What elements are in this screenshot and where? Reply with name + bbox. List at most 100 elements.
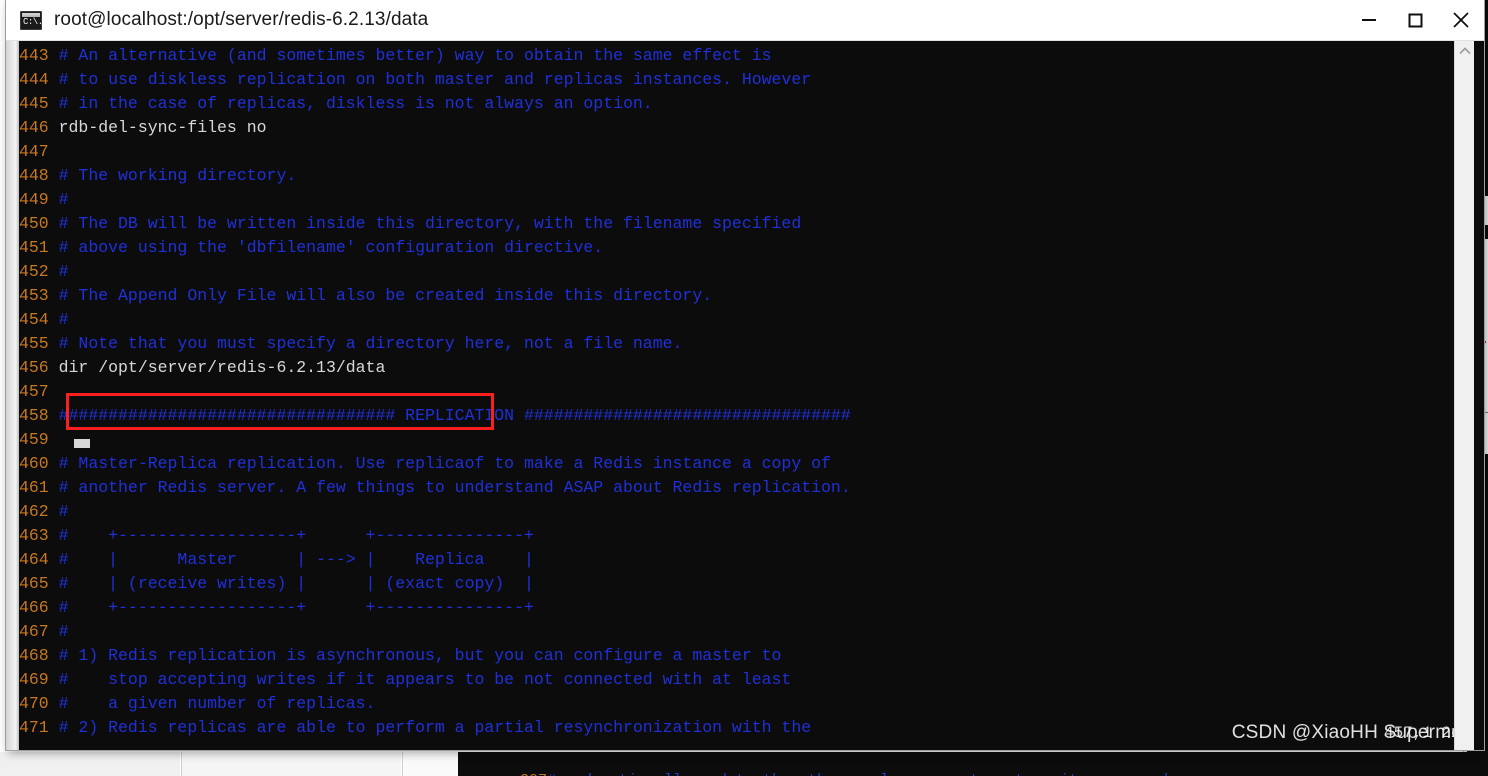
line-number: 468 [19,646,59,665]
line-number: 452 [19,262,59,281]
terminal-line: 467 # [19,620,1452,644]
terminal-line: 466 # +------------------+ +------------… [19,596,1452,620]
window-titlebar[interactable]: C:\. root@localhost:/opt/server/redis-6.… [6,0,1484,41]
terminal-cursor [74,439,90,448]
line-number: 445 [19,94,59,113]
line-number: 451 [19,238,59,257]
terminal-text-area[interactable]: 443 # An alternative (and sometimes bett… [19,41,1452,750]
line-number: 454 [19,310,59,329]
terminal-line: 462 # [19,500,1452,524]
background-bottom-line-text: # and optionally update the other syslog… [547,772,1186,776]
line-content: # The working directory. [58,166,297,185]
line-content: # | Master | ---> | Replica | [58,550,534,569]
line-number: 470 [19,694,59,713]
terminal-scrollbar[interactable] [1454,41,1474,750]
line-number: 465 [19,574,59,593]
close-icon [1453,12,1469,28]
line-content: # a given number of replicas. [58,694,376,713]
line-number: 467 [19,622,59,641]
terminal-line: 458 ################################## R… [19,404,1452,428]
maximize-icon [1408,13,1423,28]
background-bottom-line-number: 307 [520,772,547,776]
line-content: # stop accepting writes if it appears to… [58,670,792,689]
line-number: 464 [19,550,59,569]
terminal-line: 470 # a given number of replicas. [19,692,1452,716]
line-content: # [58,190,69,209]
line-number: 466 [19,598,59,617]
line-number: 444 [19,70,59,89]
terminal-line: 459 [19,428,1452,452]
background-taskbar-panel-right[interactable] [402,752,458,776]
terminal-line: 457 [19,380,1452,404]
window-left-border [6,41,19,750]
terminal-line: 469 # stop accepting writes if it appear… [19,668,1452,692]
terminal-line: 444 # to use diskless replication on bot… [19,68,1452,92]
line-content: # in the case of replicas, diskless is n… [58,94,653,113]
line-number: 459 [19,430,59,449]
line-content: # [58,262,69,281]
line-content: # [58,502,69,521]
line-content: # 2) Redis replicas are able to perform … [58,718,812,737]
line-number: 461 [19,478,59,497]
terminal-line: 447 [19,140,1452,164]
line-content: # Note that you must specify a directory… [58,334,683,353]
line-content: # Master-Replica replication. Use replic… [58,454,831,473]
csdn-watermark: CSDN @XiaoHH Superme [1231,722,1462,743]
line-number: 443 [19,46,59,65]
line-number: 457 [19,382,59,401]
close-button[interactable] [1438,0,1484,40]
maximize-button[interactable] [1392,0,1438,40]
line-content: rdb-del-sync-files no [58,118,267,137]
terminal-line: 454 # [19,308,1452,332]
chevron-up-icon [1459,47,1471,55]
terminal-line: 443 # An alternative (and sometimes bett… [19,44,1452,68]
minimize-button[interactable] [1346,0,1392,40]
terminal-line: 448 # The working directory. [19,164,1452,188]
line-content: # [58,310,69,329]
cmd-console-icon-text: C:\. [23,16,43,27]
line-content: dir /opt/server/redis-6.2.13/data [58,358,386,377]
line-number: 460 [19,454,59,473]
line-content: # +------------------+ +---------------+ [58,526,534,545]
line-content: # +------------------+ +---------------+ [58,598,534,617]
background-taskbar-panel-left[interactable] [0,752,180,776]
terminal-line: 468 # 1) Redis replication is asynchrono… [19,644,1452,668]
terminal-line: 461 # another Redis server. A few things… [19,476,1452,500]
line-content: # The Append Only File will also be crea… [58,286,713,305]
background-window-bottom[interactable]: 307# and optionally update the other sys… [458,752,1488,776]
line-number: 455 [19,334,59,353]
scroll-up-button[interactable] [1455,41,1475,61]
line-number: 449 [19,190,59,209]
screen-root: 1 3 307# and optionally update the other… [0,0,1488,776]
terminal-line: 451 # above using the 'dbfilename' confi… [19,236,1452,260]
terminal-right-gutter [1474,41,1484,750]
line-number: 469 [19,670,59,689]
terminal-body[interactable]: 443 # An alternative (and sometimes bett… [6,41,1484,750]
terminal-window[interactable]: C:\. root@localhost:/opt/server/redis-6.… [6,0,1484,750]
line-content: # to use diskless replication on both ma… [58,70,812,89]
background-taskbar-panel-mid[interactable] [181,752,401,776]
terminal-line: 465 # | (receive writes) | | (exact copy… [19,572,1452,596]
line-content: # another Redis server. A few things to … [58,478,851,497]
terminal-line: 456 dir /opt/server/redis-6.2.13/data [19,356,1452,380]
line-number: 462 [19,502,59,521]
line-content: # | (receive writes) | | (exact copy) | [58,574,534,593]
line-number: 448 [19,166,59,185]
line-content: # An alternative (and sometimes better) … [58,46,772,65]
line-number: 463 [19,526,59,545]
line-number: 446 [19,118,59,137]
terminal-line: 450 # The DB will be written inside this… [19,212,1452,236]
terminal-line: 445 # in the case of replicas, diskless … [19,92,1452,116]
line-number: 458 [19,406,59,425]
line-content: # 1) Redis replication is asynchronous, … [58,646,782,665]
line-content: # The DB will be written inside this dir… [58,214,802,233]
terminal-line: 449 # [19,188,1452,212]
line-content: # [58,622,69,641]
line-content: # above using the 'dbfilename' configura… [58,238,604,257]
cmd-console-icon: C:\. [20,10,43,30]
terminal-line: 452 # [19,260,1452,284]
terminal-line: 460 # Master-Replica replication. Use re… [19,452,1452,476]
line-number: 450 [19,214,59,233]
terminal-line: 463 # +------------------+ +------------… [19,524,1452,548]
terminal-line: 455 # Note that you must specify a direc… [19,332,1452,356]
